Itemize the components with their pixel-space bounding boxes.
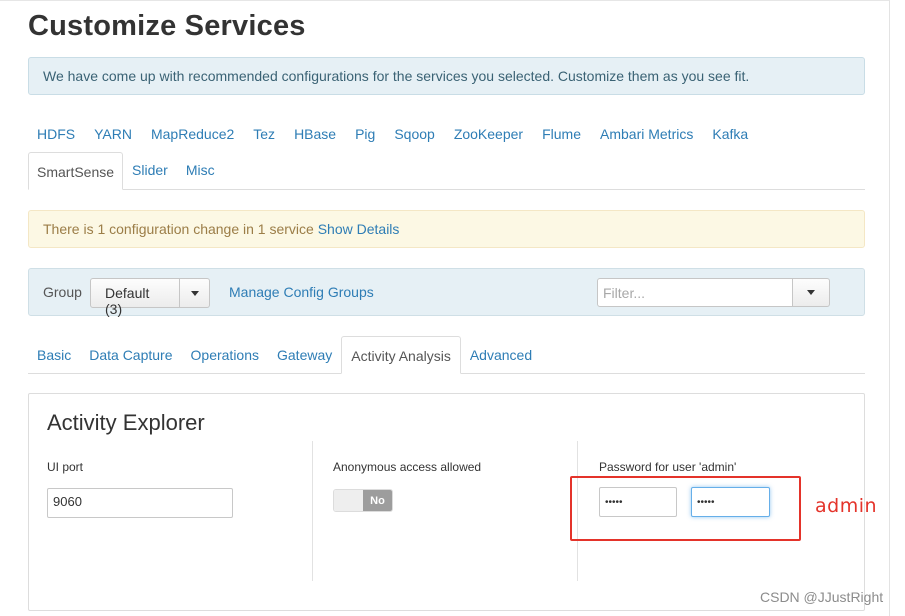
tab-gateway[interactable]: Gateway [268,336,341,373]
caret-down-icon [807,290,815,295]
group-dropdown-value[interactable]: Default (3) [90,278,180,317]
annotation-highlight-box [570,476,801,541]
filter-control [597,278,830,307]
config-group-bar: Group Default (3) Manage Config Groups [28,268,865,317]
info-alert: We have come up with recommended configu… [28,57,865,95]
service-tabs: HDFS YARN MapReduce2 Tez HBase Pig Sqoop… [28,116,865,190]
group-label: Group [43,284,82,300]
caret-down-icon [190,290,199,296]
manage-config-groups-link[interactable]: Manage Config Groups [229,284,374,300]
group-dropdown-toggle[interactable] [180,278,210,308]
filter-dropdown-button[interactable] [793,278,830,307]
service-tab-flume[interactable]: Flume [533,116,591,152]
service-tab-mapreduce2[interactable]: MapReduce2 [142,116,244,152]
service-tab-hbase[interactable]: HBase [285,116,346,152]
column-divider [312,441,313,581]
service-tab-slider[interactable]: Slider [123,152,177,190]
tab-data-capture[interactable]: Data Capture [80,336,181,373]
service-tab-hdfs[interactable]: HDFS [28,116,85,152]
tab-activity-analysis[interactable]: Activity Analysis [341,336,461,374]
service-tab-sqoop[interactable]: Sqoop [385,116,444,152]
page-title: Customize Services [28,10,306,42]
ui-port-input[interactable]: 9060 [47,488,233,518]
filter-input[interactable] [597,278,793,307]
toggle-no-label[interactable]: No [363,490,392,511]
service-tab-misc[interactable]: Misc [177,152,224,190]
show-details-link[interactable]: Show Details [318,221,400,237]
anonymous-access-toggle[interactable]: No [333,489,393,512]
tab-basic[interactable]: Basic [28,336,80,373]
annotation-note: admin [815,495,878,517]
tab-operations[interactable]: Operations [182,336,268,373]
service-tab-kafka[interactable]: Kafka [703,116,758,152]
config-change-alert: There is 1 configuration change in 1 ser… [28,210,865,248]
ui-port-label: UI port [47,460,84,474]
service-tab-ambari-metrics[interactable]: Ambari Metrics [591,116,703,152]
panel-title: Activity Explorer [47,410,205,435]
service-tab-yarn[interactable]: YARN [85,116,142,152]
service-tab-zookeeper[interactable]: ZooKeeper [445,116,533,152]
admin-password-label: Password for user 'admin' [599,460,737,474]
service-tab-tez[interactable]: Tez [244,116,285,152]
tab-advanced[interactable]: Advanced [461,336,541,373]
config-change-text: There is 1 configuration change in 1 ser… [43,221,314,237]
service-tab-smartsense[interactable]: SmartSense [28,152,124,190]
config-category-tabs: Basic Data Capture Operations Gateway Ac… [28,336,865,374]
watermark: CSDN @JJustRight [760,589,884,605]
group-dropdown[interactable]: Default (3) [90,278,210,317]
service-tab-pig[interactable]: Pig [346,116,385,152]
service-tabs-row-1: HDFS YARN MapReduce2 Tez HBase Pig Sqoop… [28,116,758,152]
service-tabs-row-2: SmartSense Slider Misc [28,152,224,190]
toggle-off-segment[interactable] [334,490,363,511]
anonymous-access-label: Anonymous access allowed [333,460,482,474]
